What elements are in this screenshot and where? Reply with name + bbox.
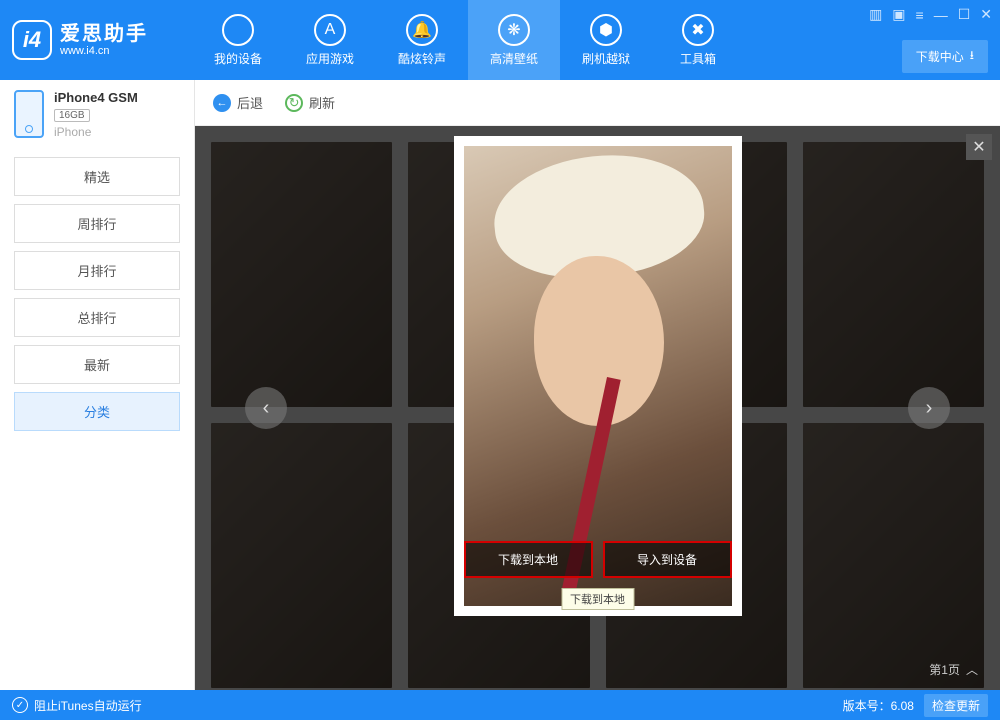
version-label: 版本号：6.08 (843, 697, 914, 714)
sidebar: iPhone4 GSM 16GB iPhone 精选 周排行 月排行 总排行 最… (0, 80, 195, 690)
pager[interactable]: 第1页 ︿ (929, 661, 978, 678)
device-type: iPhone (54, 125, 138, 139)
download-local-button[interactable]: 下载到本地 (464, 541, 593, 578)
back-icon: ← (213, 94, 231, 112)
import-device-button[interactable]: 导入到设备 (603, 541, 732, 578)
device-info[interactable]: iPhone4 GSM 16GB iPhone (14, 90, 180, 139)
next-button[interactable]: › (908, 387, 950, 429)
category-list: 精选 周排行 月排行 总排行 最新 分类 (14, 157, 180, 431)
check-icon: ✓ (12, 697, 28, 713)
cat-monthly[interactable]: 月排行 (14, 251, 180, 290)
titlebar: i4 爱思助手 www.i4.cn 我的设备 A应用游戏 🔔酷炫铃声 ❋高清壁纸… (0, 0, 1000, 80)
app-logo: i4 爱思助手 www.i4.cn (12, 20, 192, 60)
cat-categories[interactable]: 分类 (14, 392, 180, 431)
app-name: 爱思助手 (60, 23, 148, 45)
feedback-icon[interactable]: ▥ (869, 6, 882, 23)
statusbar: ✓ 阻止iTunes自动运行 版本号：6.08 检查更新 (0, 690, 1000, 720)
menu-icon[interactable]: ≡ (916, 7, 924, 23)
nav-ringtones[interactable]: 🔔酷炫铃声 (376, 0, 468, 80)
close-preview-button[interactable]: ✕ (966, 134, 992, 160)
refresh-button[interactable]: ↻刷新 (285, 93, 335, 112)
nav-wallpapers[interactable]: ❋高清壁纸 (468, 0, 560, 80)
window-controls: ▥ ▣ ≡ — ☐ ✕ (869, 6, 992, 23)
minimize-icon[interactable]: — (934, 7, 948, 23)
cat-weekly[interactable]: 周排行 (14, 204, 180, 243)
prev-button[interactable]: ‹ (245, 387, 287, 429)
back-button[interactable]: ←后退 (213, 93, 263, 112)
preview-overlay: ✕ ‹ › 第1页 ︿ 下载到本地 导入到设备 下载到本地 (195, 126, 1000, 690)
check-update-button[interactable]: 检查更新 (924, 694, 988, 717)
download-center-button[interactable]: 下载中心 ⭳ (902, 40, 988, 73)
box-icon: ⬢ (590, 14, 622, 46)
tooltip: 下载到本地 (561, 588, 634, 610)
download-icon: ⭳ (970, 46, 974, 67)
cat-newest[interactable]: 最新 (14, 345, 180, 384)
toolbar: ←后退 ↻刷新 (195, 80, 1000, 126)
apple-icon (222, 14, 254, 46)
wallpaper-preview: 下载到本地 导入到设备 下载到本地 (454, 136, 742, 616)
phone-icon (14, 90, 44, 138)
wrench-icon: ✖ (682, 14, 714, 46)
close-icon[interactable]: ✕ (980, 6, 992, 23)
maximize-icon[interactable]: ☐ (958, 6, 971, 23)
nav-flash-jailbreak[interactable]: ⬢刷机越狱 (560, 0, 652, 80)
cat-featured[interactable]: 精选 (14, 157, 180, 196)
content-area: ←后退 ↻刷新 ✕ ‹ › 第1页 ︿ (195, 80, 1000, 690)
bell-icon: 🔔 (406, 14, 438, 46)
device-name: iPhone4 GSM (54, 90, 138, 105)
device-capacity: 16GB (54, 109, 90, 122)
appstore-icon: A (314, 14, 346, 46)
chevron-up-icon: ︿ (966, 661, 978, 678)
main-nav: 我的设备 A应用游戏 🔔酷炫铃声 ❋高清壁纸 ⬢刷机越狱 ✖工具箱 (192, 0, 744, 80)
cat-total[interactable]: 总排行 (14, 298, 180, 337)
skin-icon[interactable]: ▣ (892, 6, 905, 23)
app-url: www.i4.cn (60, 45, 148, 57)
logo-badge-icon: i4 (12, 20, 52, 60)
nav-toolbox[interactable]: ✖工具箱 (652, 0, 744, 80)
nav-apps-games[interactable]: A应用游戏 (284, 0, 376, 80)
refresh-icon: ↻ (285, 94, 303, 112)
preview-image (464, 146, 732, 606)
nav-my-device[interactable]: 我的设备 (192, 0, 284, 80)
itunes-block-toggle[interactable]: 阻止iTunes自动运行 (34, 697, 142, 714)
flower-icon: ❋ (498, 14, 530, 46)
